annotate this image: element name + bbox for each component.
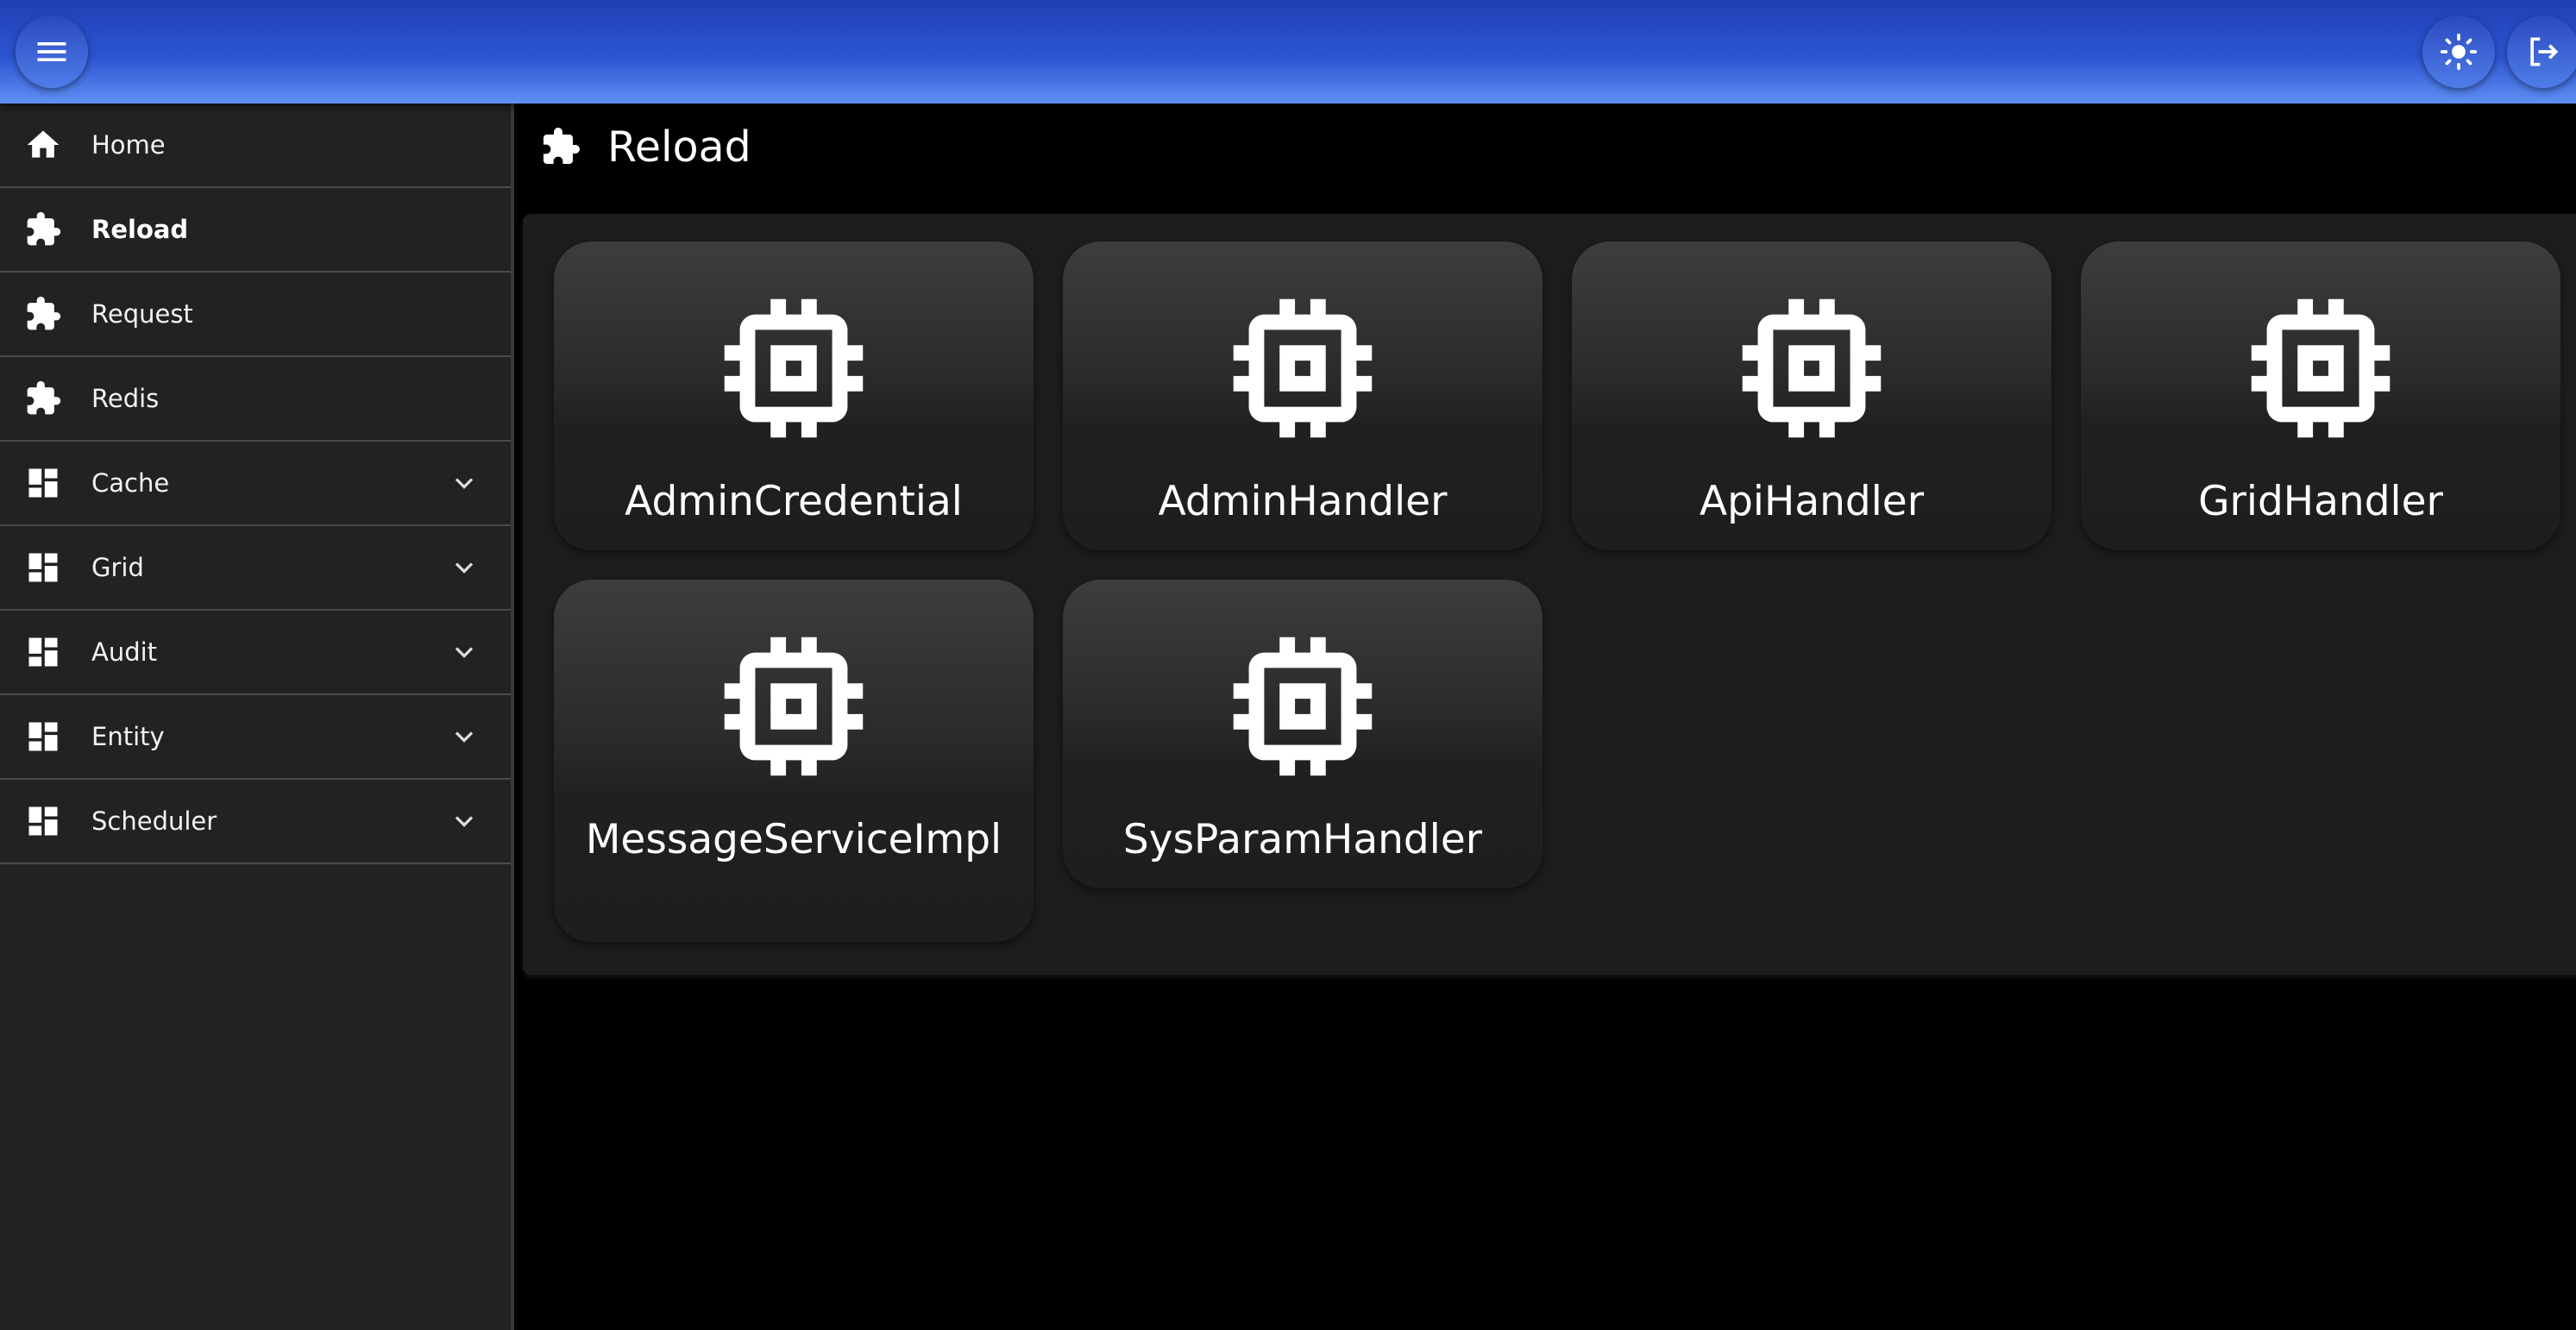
logout-button[interactable]: [2507, 16, 2576, 88]
sidebar-item-cache[interactable]: Cache: [0, 442, 511, 526]
reload-card-sysparamhandler[interactable]: SysParamHandler: [1063, 580, 1542, 888]
sidebar-item-label: Grid: [91, 553, 144, 582]
chip-icon: [1742, 298, 1882, 438]
theme-toggle-button[interactable]: [2422, 16, 2495, 88]
chip-icon: [1233, 637, 1373, 776]
chip-icon: [2251, 298, 2391, 438]
sidebar-item-request[interactable]: Request: [0, 273, 511, 357]
logout-icon: [2530, 37, 2559, 66]
card-label: MessageServiceImpl: [585, 816, 1002, 863]
chip-icon: [724, 637, 864, 776]
sidebar-item-label: Redis: [91, 384, 160, 413]
puzzle-icon: [24, 210, 62, 248]
dashboard-icon: [24, 633, 62, 671]
sidebar-item-label: Audit: [91, 637, 158, 667]
dashboard-icon: [24, 464, 62, 502]
reload-card-adminhandler[interactable]: AdminHandler: [1063, 242, 1542, 550]
sidebar: Home Reload Request Redis Cache Grid Aud…: [0, 104, 514, 1330]
chevron-down-icon[interactable]: [449, 637, 480, 668]
sidebar-item-scheduler[interactable]: Scheduler: [0, 780, 511, 864]
sidebar-item-label: Scheduler: [91, 806, 217, 836]
sidebar-item-entity[interactable]: Entity: [0, 695, 511, 780]
reload-card-gridhandler[interactable]: GridHandler: [2081, 242, 2560, 550]
sidebar-item-label: Home: [91, 130, 166, 160]
chevron-down-icon[interactable]: [449, 552, 480, 583]
card-label: GridHandler: [2198, 478, 2443, 525]
chip-icon: [724, 298, 864, 438]
dashboard-icon: [24, 549, 62, 587]
dashboard-icon: [24, 802, 62, 840]
sidebar-item-home[interactable]: Home: [0, 104, 511, 188]
card-label: AdminCredential: [625, 478, 963, 525]
sidebar-item-label: Request: [91, 299, 193, 329]
sidebar-item-reload[interactable]: Reload: [0, 188, 511, 273]
sun-icon: [2440, 33, 2478, 71]
sidebar-item-redis[interactable]: Redis: [0, 357, 511, 442]
puzzle-icon: [24, 295, 62, 333]
app-bar: [0, 0, 2576, 104]
reload-card-messageserviceimpl[interactable]: MessageServiceImpl: [554, 580, 1034, 942]
menu-button[interactable]: [16, 16, 88, 88]
chip-icon: [1233, 298, 1373, 438]
dashboard-icon: [24, 718, 62, 756]
chevron-down-icon[interactable]: [449, 467, 480, 499]
sidebar-item-label: Reload: [91, 215, 189, 244]
chevron-down-icon[interactable]: [449, 721, 480, 752]
sidebar-item-label: Cache: [91, 468, 170, 498]
sidebar-item-label: Entity: [91, 722, 165, 751]
card-label: SysParamHandler: [1122, 816, 1483, 863]
reload-card-apihandler[interactable]: ApiHandler: [1572, 242, 2051, 550]
home-icon: [24, 126, 62, 164]
card-label: ApiHandler: [1699, 478, 1925, 525]
puzzle-icon: [24, 380, 62, 417]
page-title: Reload: [607, 122, 751, 172]
reload-panel: AdminCredential AdminHandler ApiHandler …: [523, 214, 2576, 975]
menu-icon: [37, 42, 66, 61]
card-label: AdminHandler: [1158, 478, 1448, 525]
puzzle-icon: [543, 128, 580, 164]
page-header: Reload: [540, 121, 751, 173]
sidebar-item-audit[interactable]: Audit: [0, 611, 511, 695]
reload-card-admincredential[interactable]: AdminCredential: [554, 242, 1034, 550]
sidebar-item-grid[interactable]: Grid: [0, 526, 511, 611]
chevron-down-icon[interactable]: [449, 806, 480, 837]
